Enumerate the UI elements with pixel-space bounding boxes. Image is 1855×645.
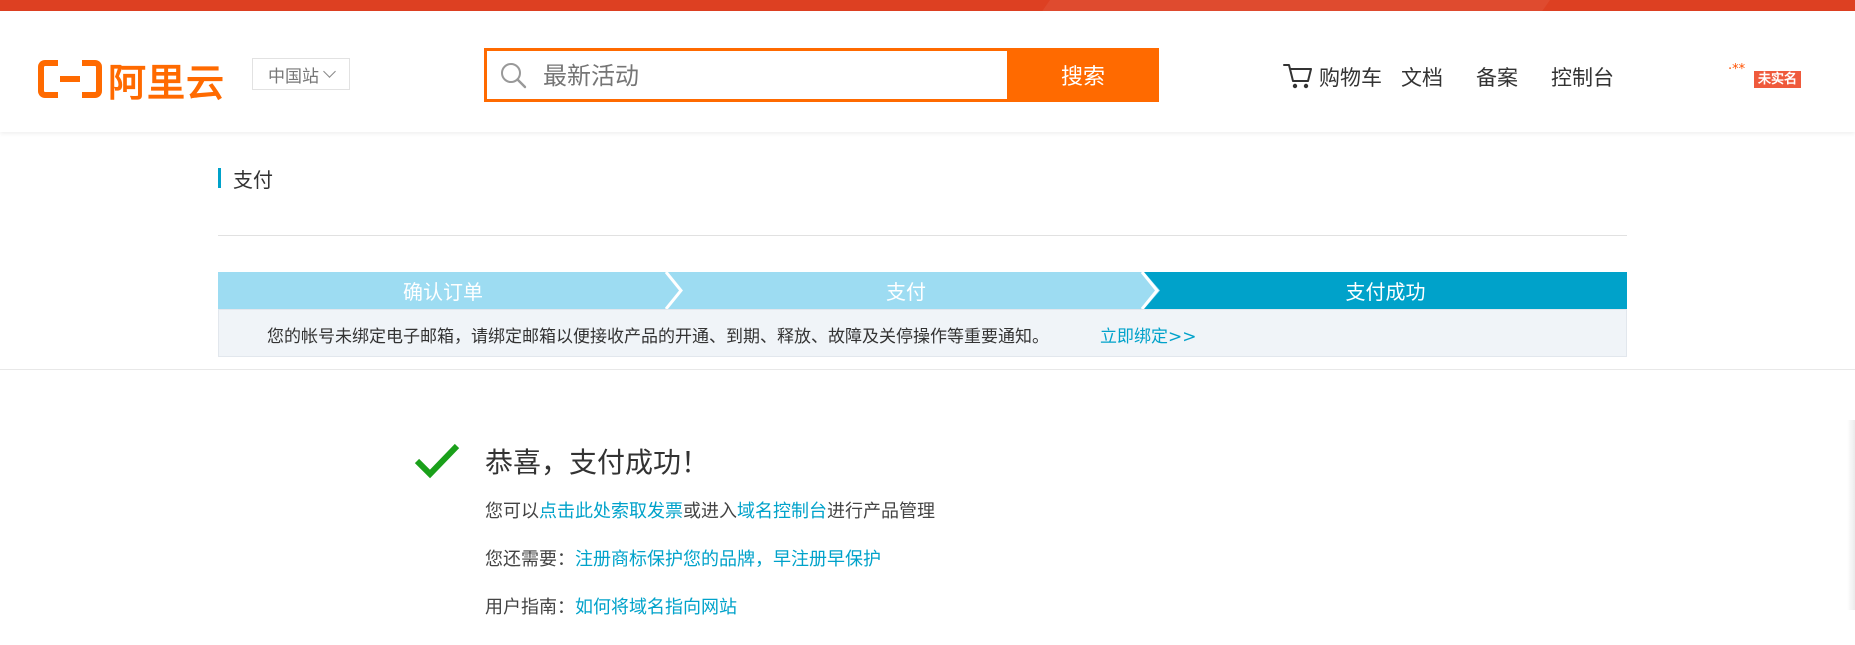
nav-console[interactable]: 控制台 (1551, 62, 1614, 92)
line-prefix: 您可以 (485, 501, 539, 522)
step-pay-success: 支付成功 (1144, 272, 1627, 309)
line-mid: 或进入 (683, 501, 737, 522)
site-selector[interactable]: 中国站 (252, 58, 350, 90)
trademark-link[interactable]: 注册商标保护您的品牌，早注册早保护 (575, 549, 881, 570)
notice-text: 您的帐号未绑定电子邮箱，请绑定邮箱以便接收产品的开通、到期、释放、故障及关停操作… (267, 327, 1049, 347)
aliyun-logo[interactable]: 阿里云 (38, 58, 225, 105)
nav-cart[interactable]: 购物车 (1319, 62, 1382, 92)
chevron-down-icon (323, 65, 336, 78)
title-accent (218, 168, 221, 188)
step-label: 确认订单 (403, 280, 483, 304)
success-title: 恭喜，支付成功！ (485, 446, 710, 479)
step-label: 支付 (886, 280, 926, 304)
invoice-link[interactable]: 点击此处索取发票 (539, 501, 683, 522)
step-pay: 支付 (668, 272, 1144, 309)
progress-steps: 确认订单 支付 支付成功 (218, 272, 1627, 309)
step-confirm-order: 确认订单 (218, 272, 668, 309)
domain-guide-link[interactable]: 如何将域名指向网站 (575, 597, 737, 618)
email-binding-notice: 您的帐号未绑定电子邮箱，请绑定邮箱以便接收产品的开通、到期、释放、故障及关停操作… (218, 309, 1627, 357)
cart-icon[interactable] (1283, 62, 1313, 90)
site-selector-label: 中国站 (268, 66, 319, 87)
side-panel-edge (1847, 420, 1855, 610)
title-divider (218, 235, 1627, 236)
search-bar: 搜索 (484, 48, 1159, 102)
domain-console-link[interactable]: 域名控制台 (737, 501, 827, 522)
line-prefix: 您还需要： (485, 549, 575, 570)
step-separator-icon (1140, 272, 1160, 309)
search-button[interactable]: 搜索 (1007, 48, 1159, 102)
check-icon (414, 443, 460, 479)
page-title: 支付 (233, 168, 273, 192)
bind-email-link[interactable]: 立即绑定>> (1100, 322, 1197, 347)
logo-text: 阿里云 (108, 60, 226, 105)
user-name[interactable]: ·** (1728, 62, 1745, 77)
result-line-trademark: 您还需要：注册商标保护您的品牌，早注册早保护 (485, 545, 881, 571)
search-icon (501, 63, 527, 89)
result-line-guide: 用户指南：如何将域名指向网站 (485, 593, 737, 619)
unverified-badge[interactable]: 未实名 (1754, 71, 1802, 88)
step-separator-icon (664, 272, 684, 309)
top-banner-strip (0, 0, 1855, 11)
line-suffix: 进行产品管理 (827, 501, 935, 522)
step-label: 支付成功 (1345, 280, 1426, 304)
result-line-manage: 您可以点击此处索取发票或进入域名控制台进行产品管理 (485, 497, 935, 523)
search-input[interactable] (541, 51, 1035, 101)
logo-mark-icon (38, 60, 102, 98)
nav-docs[interactable]: 文档 (1401, 62, 1443, 92)
nav-filing[interactable]: 备案 (1476, 62, 1518, 92)
line-prefix: 用户指南： (485, 597, 575, 618)
